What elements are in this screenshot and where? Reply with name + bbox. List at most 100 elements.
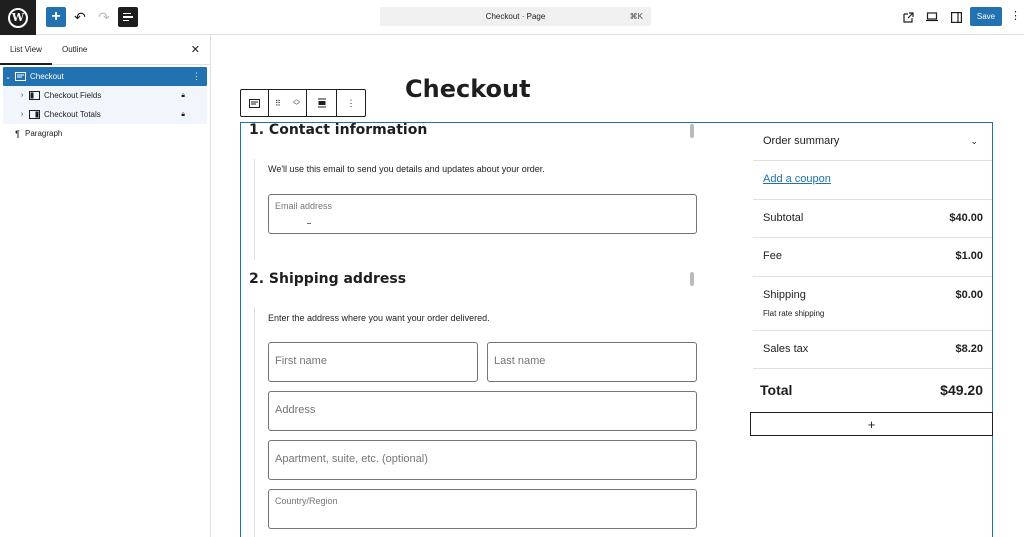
tree-item-checkout[interactable]: ⌄ Checkout ⋮ (3, 67, 207, 86)
columns-block-icon (29, 110, 40, 119)
sidebar-tabs: List View Outline ✕ (0, 35, 210, 65)
document-bar[interactable]: Checkout · Page ⌘K (380, 7, 651, 26)
list-view-toggle-button[interactable] (118, 7, 138, 27)
shipping-value: $0.00 (955, 289, 983, 301)
add-coupon-link[interactable]: Add a coupon (763, 173, 831, 185)
checkout-block-icon (15, 72, 26, 81)
drag-grip-icon[interactable] (690, 124, 694, 138)
move-down-icon[interactable]: ﹀ (293, 103, 300, 110)
shipping-heading[interactable]: 2. Shipping address (249, 271, 406, 287)
view-page-button[interactable] (900, 9, 916, 25)
drag-grip-icon[interactable] (690, 272, 694, 286)
move-controls: ⠿ ︿ ﹀ (269, 90, 307, 116)
tab-outline[interactable]: Outline (62, 45, 87, 54)
apartment-label: Apartment, suite, etc. (optional) (275, 453, 428, 465)
move-arrows[interactable]: ︿ ﹀ (293, 96, 300, 110)
document-title: Checkout · Page (485, 12, 546, 21)
settings-sidebar-button[interactable] (948, 9, 964, 25)
sales-tax-row: Sales tax $8.20 (753, 331, 992, 369)
block-type-button[interactable] (241, 90, 269, 116)
page-title[interactable]: Checkout (405, 75, 531, 103)
coupon-row: Add a coupon (753, 161, 992, 200)
plus-icon: + (867, 416, 876, 432)
tree-item-paragraph[interactable]: ¶ Paragraph (0, 124, 210, 143)
save-button[interactable]: Save (970, 7, 1002, 26)
add-block-button[interactable]: + (46, 7, 66, 27)
tree-item-checkout-fields[interactable]: › Checkout Fields 🔒︎ (3, 86, 207, 105)
chevron-down-icon[interactable]: ⌄ (3, 73, 13, 81)
first-name-label: First name (275, 355, 327, 367)
email-field-label: Email address (275, 201, 333, 211)
apartment-field[interactable]: Apartment, suite, etc. (optional) (268, 440, 697, 480)
shipping-row: Shipping $0.00 Flat rate shipping (753, 277, 992, 331)
order-summary-header[interactable]: Order summary ⌄ (753, 125, 992, 161)
total-label: Total (760, 382, 793, 398)
address-label: Address (275, 404, 316, 416)
last-name-field[interactable]: Last name (487, 342, 697, 382)
subtotal-value: $40.00 (949, 212, 983, 224)
move-up-icon[interactable]: ︿ (293, 96, 300, 103)
order-summary: Order summary ⌄ Add a coupon Subtotal $4… (753, 125, 992, 411)
active-tab-indicator (0, 63, 52, 65)
more-vertical-icon: ⋮ (346, 97, 356, 108)
total-value: $49.20 (940, 382, 983, 398)
fee-value: $1.00 (955, 250, 983, 262)
paragraph-icon: ¶ (15, 128, 20, 139)
close-icon[interactable]: ✕ (191, 43, 200, 56)
sales-tax-value: $8.20 (955, 343, 983, 355)
wordpress-logo[interactable]: W (0, 0, 36, 35)
fee-row: Fee $1.00 (753, 238, 992, 277)
sidebar-icon (950, 11, 962, 23)
align-icon (317, 98, 326, 108)
undo-icon: ↶ (74, 8, 86, 25)
block-options-button[interactable]: ⋮ (337, 90, 365, 116)
contact-help-text: We'll use this email to send you details… (268, 164, 545, 174)
contact-heading[interactable]: 1. Contact information (249, 122, 427, 138)
block-tree: ⌄ Checkout ⋮ › Checkout Fields 🔒︎ › Chec… (0, 65, 210, 143)
shipping-label: Shipping (763, 289, 806, 301)
drag-handle-icon[interactable]: ⠿ (275, 99, 281, 108)
redo-button[interactable]: ↷ (94, 7, 114, 27)
address-field[interactable]: Address (268, 391, 697, 431)
undo-button[interactable]: ↶ (70, 7, 90, 27)
desktop-icon (926, 12, 938, 22)
step-line (254, 307, 255, 537)
external-link-icon (902, 11, 914, 23)
tree-item-label: Paragraph (25, 129, 63, 138)
chevron-down-icon[interactable]: ⌄ (970, 136, 978, 147)
subtotal-row: Subtotal $40.00 (753, 200, 992, 238)
subtotal-label: Subtotal (763, 212, 804, 224)
total-row: Total $49.20 (753, 369, 992, 411)
last-name-label: Last name (494, 355, 546, 367)
redo-icon: ↷ (98, 8, 110, 25)
device-preview-button[interactable] (924, 9, 940, 25)
email-field[interactable]: Email address (268, 194, 697, 234)
shipping-method: Flat rate shipping (763, 309, 825, 318)
add-block-appender-button[interactable]: + (750, 412, 993, 436)
shipping-help-text: Enter the address where you want your or… (268, 313, 490, 323)
tree-item-checkout-totals[interactable]: › Checkout Totals 🔒︎ (3, 105, 207, 124)
tree-item-label: Checkout Totals (44, 110, 101, 119)
chevron-right-icon[interactable]: › (17, 92, 27, 99)
align-button[interactable] (307, 90, 337, 116)
step-line (254, 159, 255, 260)
country-region-select[interactable]: Country/Region (268, 489, 697, 529)
lock-icon: 🔒︎ (181, 91, 185, 99)
text-cursor (307, 223, 311, 224)
editor-canvas: Checkout ⠿ ︿ ﹀ ⋮ 1. Contact information … (212, 35, 1024, 537)
tab-list-view[interactable]: List View (10, 45, 42, 54)
lock-icon: 🔒︎ (181, 110, 185, 118)
block-toolbar: ⠿ ︿ ﹀ ⋮ (240, 89, 366, 117)
block-options-icon[interactable]: ⋮ (192, 71, 201, 82)
order-summary-title: Order summary (763, 135, 840, 147)
checkout-block-icon (249, 98, 260, 108)
list-view-sidebar: List View Outline ✕ ⌄ Checkout ⋮ › Check… (0, 35, 211, 537)
country-region-label: Country/Region (275, 496, 338, 506)
first-name-field[interactable]: First name (268, 342, 478, 382)
chevron-right-icon[interactable]: › (17, 111, 27, 118)
sales-tax-label: Sales tax (763, 343, 809, 355)
options-more-icon[interactable]: ⋮ (1010, 9, 1021, 22)
tree-item-label: Checkout Fields (44, 91, 102, 100)
top-toolbar: W + ↶ ↷ Checkout · Page ⌘K Save ⋮ (0, 0, 1024, 35)
fee-label: Fee (763, 250, 782, 262)
